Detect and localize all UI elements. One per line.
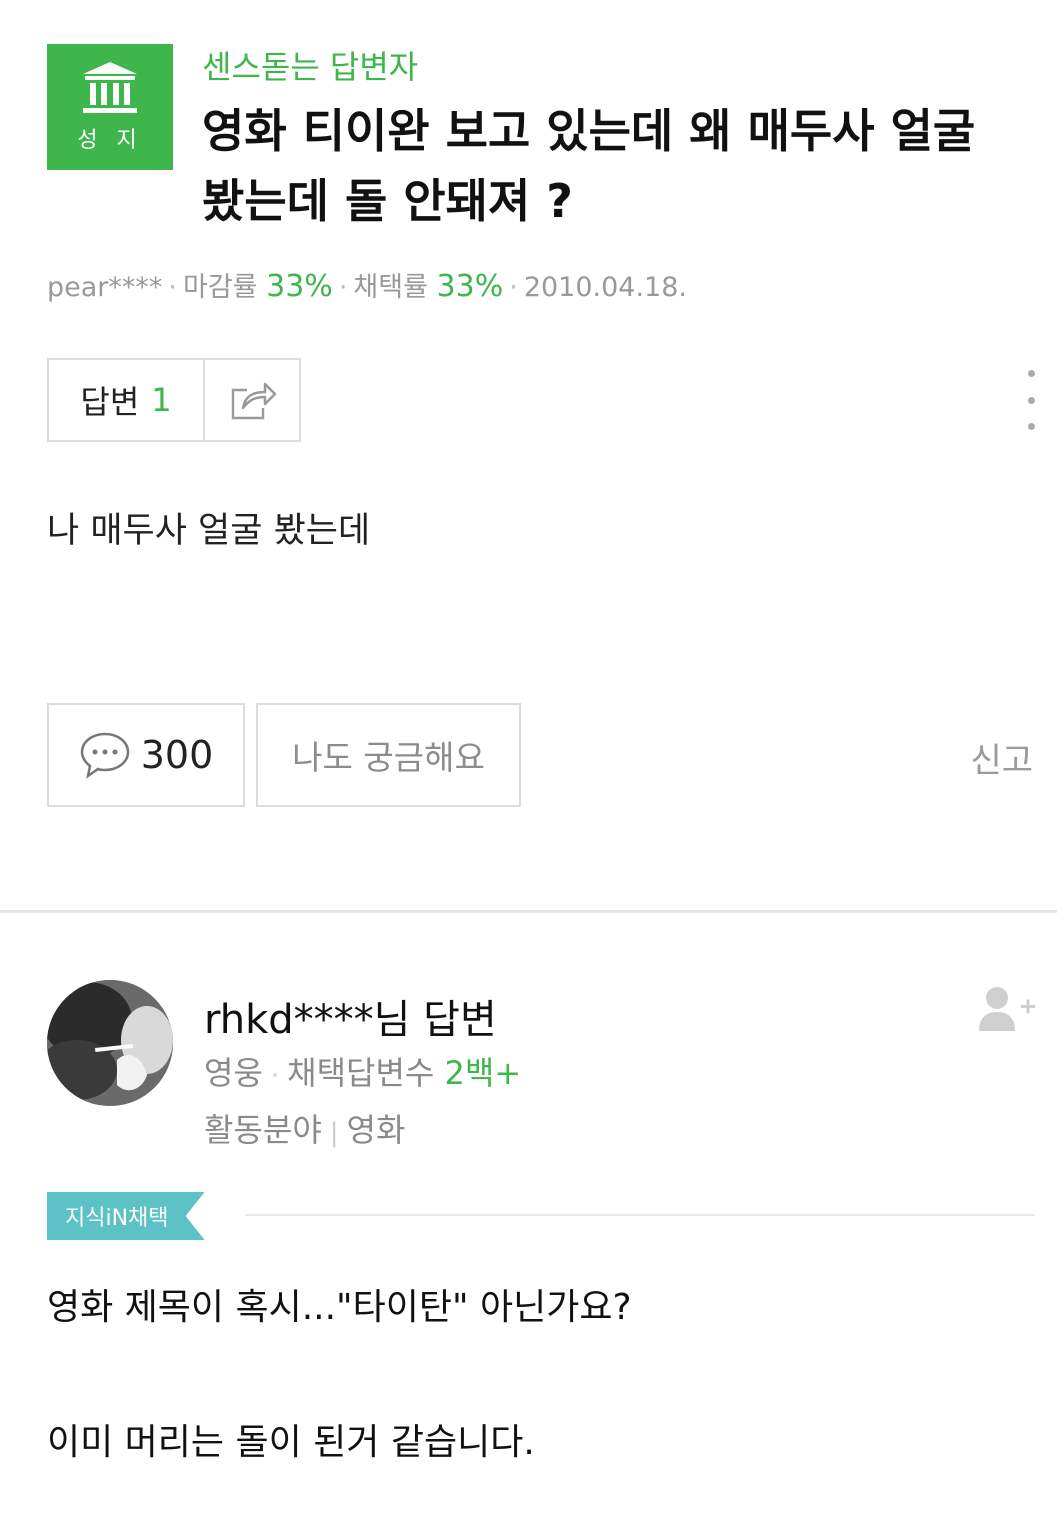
share-icon bbox=[231, 382, 277, 420]
answerer-field: 활동분야 | 영화 bbox=[204, 1111, 406, 1149]
answer-text-line-2: 이미 머리는 돌이 된거 같습니다. bbox=[47, 1422, 535, 1463]
temple-icon bbox=[83, 62, 137, 113]
tag-divider bbox=[245, 1214, 1035, 1216]
follow-button[interactable] bbox=[977, 985, 1037, 1033]
author-id[interactable]: pear**** bbox=[47, 272, 162, 303]
question-date: 2010.04.18. bbox=[523, 272, 687, 303]
more-vertical-icon bbox=[1027, 370, 1035, 377]
answer-share-group: 답변 1 bbox=[47, 358, 301, 442]
share-button[interactable] bbox=[205, 360, 299, 440]
field-value: 영화 bbox=[346, 1111, 406, 1149]
chosen-answer-tag: 지식iN채택 bbox=[47, 1192, 205, 1240]
hall-of-fame-badge: 성 지 bbox=[47, 44, 173, 170]
speech-bubble-icon bbox=[80, 732, 129, 779]
qna-page: 성 지 센스돋는 답변자 영화 티이완 보고 있는데 왜 매두사 얼굴 봤는데 … bbox=[0, 0, 1057, 1531]
adopted-label: 채택답변수 bbox=[287, 1054, 435, 1092]
answer-label: 답변 bbox=[80, 383, 140, 421]
adopt-rate-label: 채택률 bbox=[353, 272, 428, 303]
badge-label: 성 지 bbox=[77, 128, 143, 153]
question-category[interactable]: 센스돋는 답변자 bbox=[202, 42, 418, 88]
question-title: 영화 티이완 보고 있는데 왜 매두사 얼굴 봤는데 돌 안돼져 ? bbox=[202, 104, 976, 228]
answerer-avatar[interactable] bbox=[47, 980, 173, 1106]
me-too-curious-button[interactable]: 나도 궁금해요 bbox=[256, 703, 521, 807]
question-body: 나 매두사 얼굴 봤는데 bbox=[47, 511, 371, 551]
close-rate-label: 마감률 bbox=[183, 272, 258, 303]
answerer-rank: 영웅 bbox=[204, 1054, 263, 1092]
answer-count-button[interactable]: 답변 1 bbox=[49, 360, 205, 440]
close-rate-value: 33% bbox=[266, 269, 333, 304]
comment-button[interactable]: 300 bbox=[47, 703, 245, 807]
answer-text-line-1: 영화 제목이 혹시..."타이탄" 아닌가요? bbox=[47, 1287, 632, 1328]
answerer-name[interactable]: rhkd****님 답변 bbox=[204, 987, 497, 1045]
comment-count: 300 bbox=[140, 733, 214, 777]
add-user-icon bbox=[979, 987, 1035, 1031]
adopt-rate-value: 33% bbox=[436, 269, 504, 304]
question-meta: pear**** · 마감률 33% · 채택률 33% · 2010.04.18. bbox=[47, 269, 687, 304]
report-button[interactable]: 신고 bbox=[970, 733, 1033, 782]
more-options-button[interactable] bbox=[1018, 370, 1044, 430]
answerer-stats: 영웅 · 채택답변수 2백+ bbox=[204, 1054, 522, 1092]
answer-count: 1 bbox=[151, 381, 172, 419]
section-divider bbox=[0, 910, 1057, 913]
adopted-count: 2백+ bbox=[444, 1054, 522, 1092]
field-label: 활동분야 bbox=[204, 1111, 322, 1149]
